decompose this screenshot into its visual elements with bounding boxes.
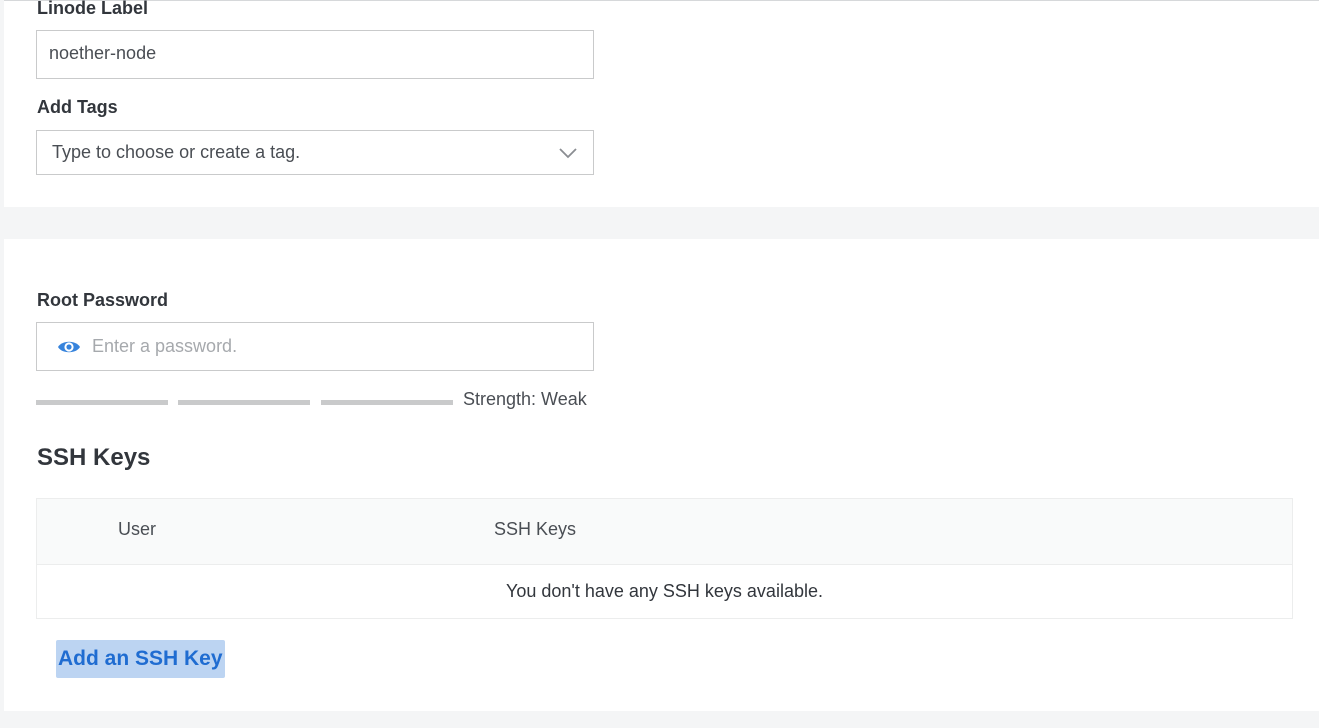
add-ssh-key-button[interactable]: Add an SSH Key (56, 640, 225, 678)
strength-bar-2 (178, 400, 310, 405)
ssh-keys-title: SSH Keys (37, 444, 151, 471)
linode-label-title: Linode Label (37, 0, 149, 18)
password-placeholder: Enter a password. (92, 336, 238, 356)
column-header-user: User (118, 519, 157, 539)
password-strength-text: Strength: Weak (463, 389, 587, 409)
chevron-down-icon[interactable] (559, 145, 577, 159)
tags-placeholder: Type to choose or create a tag. (52, 142, 301, 162)
details-panel: Linode Label noether-node Add Tags Type … (4, 0, 1319, 207)
ssh-keys-table: User SSH Keys You don't have any SSH key… (36, 498, 1293, 619)
column-header-ssh-keys: SSH Keys (494, 519, 577, 539)
access-panel: Root Password Enter a password. Strength… (4, 239, 1319, 711)
strength-bar-3 (321, 400, 453, 405)
root-password-title: Root Password (37, 290, 169, 310)
tags-select[interactable]: Type to choose or create a tag. (36, 130, 594, 175)
strength-bar-1 (36, 400, 168, 405)
eye-icon[interactable] (57, 337, 81, 357)
empty-state-message: You don't have any SSH keys available. (506, 581, 823, 601)
page: Linode Label noether-node Add Tags Type … (0, 0, 1319, 728)
linode-label-input[interactable]: noether-node (36, 30, 594, 79)
add-tags-title: Add Tags (37, 97, 118, 117)
linode-label-value: noether-node (49, 43, 157, 63)
table-header: User SSH Keys (37, 499, 1292, 565)
root-password-input[interactable]: Enter a password. (36, 322, 594, 371)
